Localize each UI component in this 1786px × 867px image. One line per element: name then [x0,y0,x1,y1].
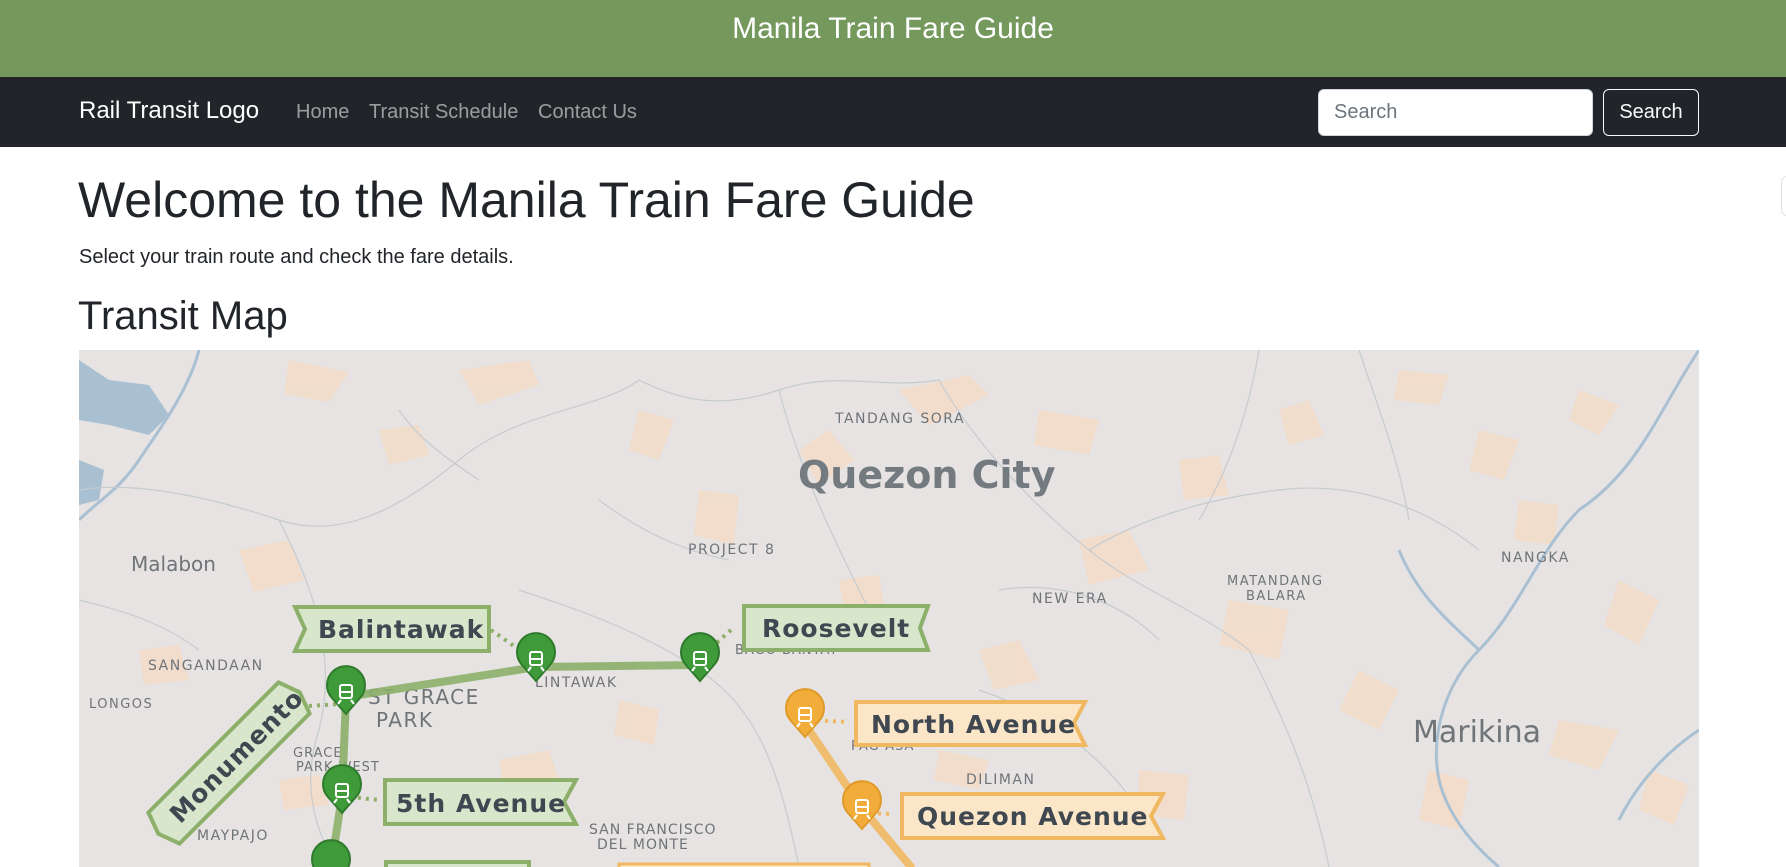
area-label-nangka: NANGKA [1501,550,1570,566]
edge-tab[interactable] [1781,176,1786,216]
train-icon[interactable] [785,688,825,739]
transit-map-heading: Transit Map [78,294,288,338]
area-label-balara: BALARA [1246,589,1307,604]
search-button[interactable]: Search [1603,89,1699,136]
nav-link-transit-schedule[interactable]: Transit Schedule [369,100,518,124]
area-label-longos: LONGOS [89,697,153,712]
svg-text:Balintawak: Balintawak [318,615,485,644]
city-label-quezon-city: Quezon City [798,453,1056,497]
area-label-matandang: MATANDANG [1227,574,1324,589]
station-label-roosevelt[interactable]: Roosevelt [742,604,931,652]
map-canvas: TANDANG SORA Quezon City PROJECT 8 Malab… [79,350,1699,867]
station-label-quezon-avenue[interactable]: Quezon Avenue [900,792,1167,840]
search-input[interactable] [1318,89,1593,136]
svg-text:Quezon Avenue: Quezon Avenue [917,802,1149,831]
station-label-partial-green [384,860,531,867]
station-label-north-avenue[interactable]: North Avenue [854,700,1089,747]
transit-map[interactable]: TANDANG SORA Quezon City PROJECT 8 Malab… [79,350,1699,867]
top-navbar: Rail Transit Logo Home Transit Schedule … [0,77,1786,147]
train-icon[interactable] [680,632,720,683]
svg-text:North Avenue: North Avenue [871,710,1076,739]
site-banner: Manila Train Fare Guide [0,0,1786,77]
area-label-marikina: Marikina [1413,715,1541,750]
station-label-balintawak[interactable]: Balintawak [291,605,491,653]
page-subtitle: Select your train route and check the fa… [79,246,514,268]
area-label-san-francisco: SAN FRANCISCO [589,822,717,838]
nav-link-home[interactable]: Home [296,100,349,124]
area-label-balintawak: LINTAWAK [535,675,618,691]
area-label-new-era: NEW ERA [1032,591,1108,607]
area-label-maypajo: MAYPAJO [197,828,269,844]
banner-title: Manila Train Fare Guide [732,12,1054,45]
station-label-5th-avenue[interactable]: 5th Avenue [383,778,580,826]
page-title: Welcome to the Manila Train Fare Guide [78,172,975,228]
train-icon[interactable] [311,839,351,867]
nav-link-contact-us[interactable]: Contact Us [538,100,637,124]
station-label-monumento[interactable]: Monumento [143,677,316,850]
area-label-diliman: DILIMAN [966,772,1035,788]
area-label-del-monte: DEL MONTE [597,837,689,853]
area-label-malabon: Malabon [131,552,216,576]
brand-logo[interactable]: Rail Transit Logo [79,95,259,127]
water-features [79,360,169,505]
svg-text:5th Avenue: 5th Avenue [396,789,566,818]
area-label-east-grace-park-2: PARK [376,708,433,732]
area-label-tandang-sora: TANDANG SORA [834,411,965,427]
area-label-project-8: PROJECT 8 [688,542,775,558]
train-icon[interactable] [322,764,362,815]
area-label-sangandaan: SANGANDAAN [148,658,264,674]
area-label-grace: GRACE [293,746,343,761]
train-icon[interactable] [326,665,366,716]
svg-text:Roosevelt: Roosevelt [762,614,910,643]
train-icon[interactable] [516,632,556,683]
